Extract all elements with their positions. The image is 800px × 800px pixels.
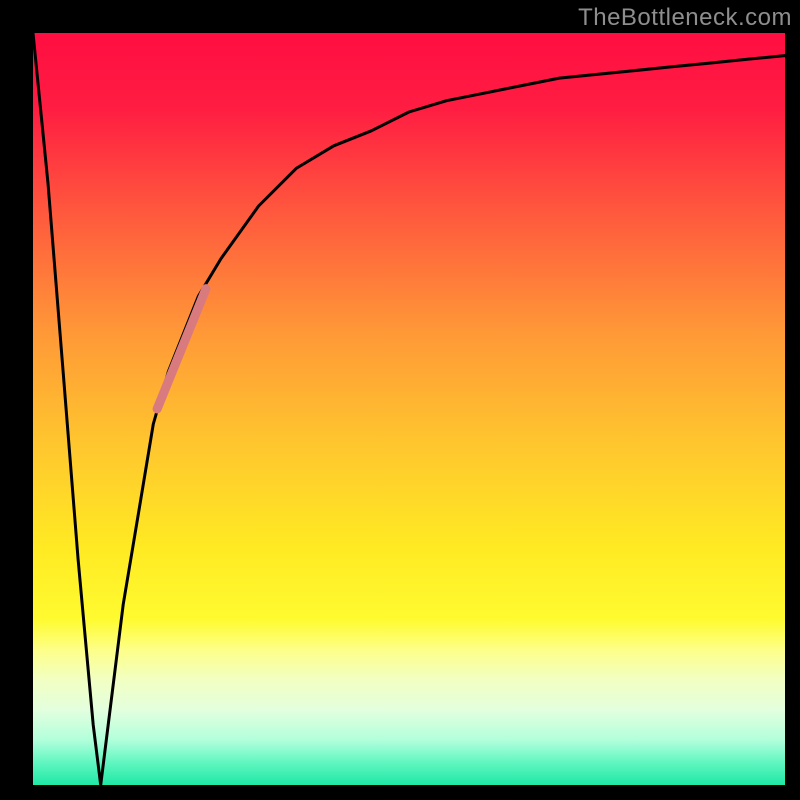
bottleneck-curve [33,33,785,785]
marker-segment [157,289,206,409]
chart-svg [33,33,785,785]
chart-stage: TheBottleneck.com [0,0,800,800]
axis-corner [0,785,33,800]
watermark-text: TheBottleneck.com [578,4,792,32]
y-axis-area [0,33,33,785]
plot-area [33,33,785,785]
x-axis-area [33,785,785,800]
